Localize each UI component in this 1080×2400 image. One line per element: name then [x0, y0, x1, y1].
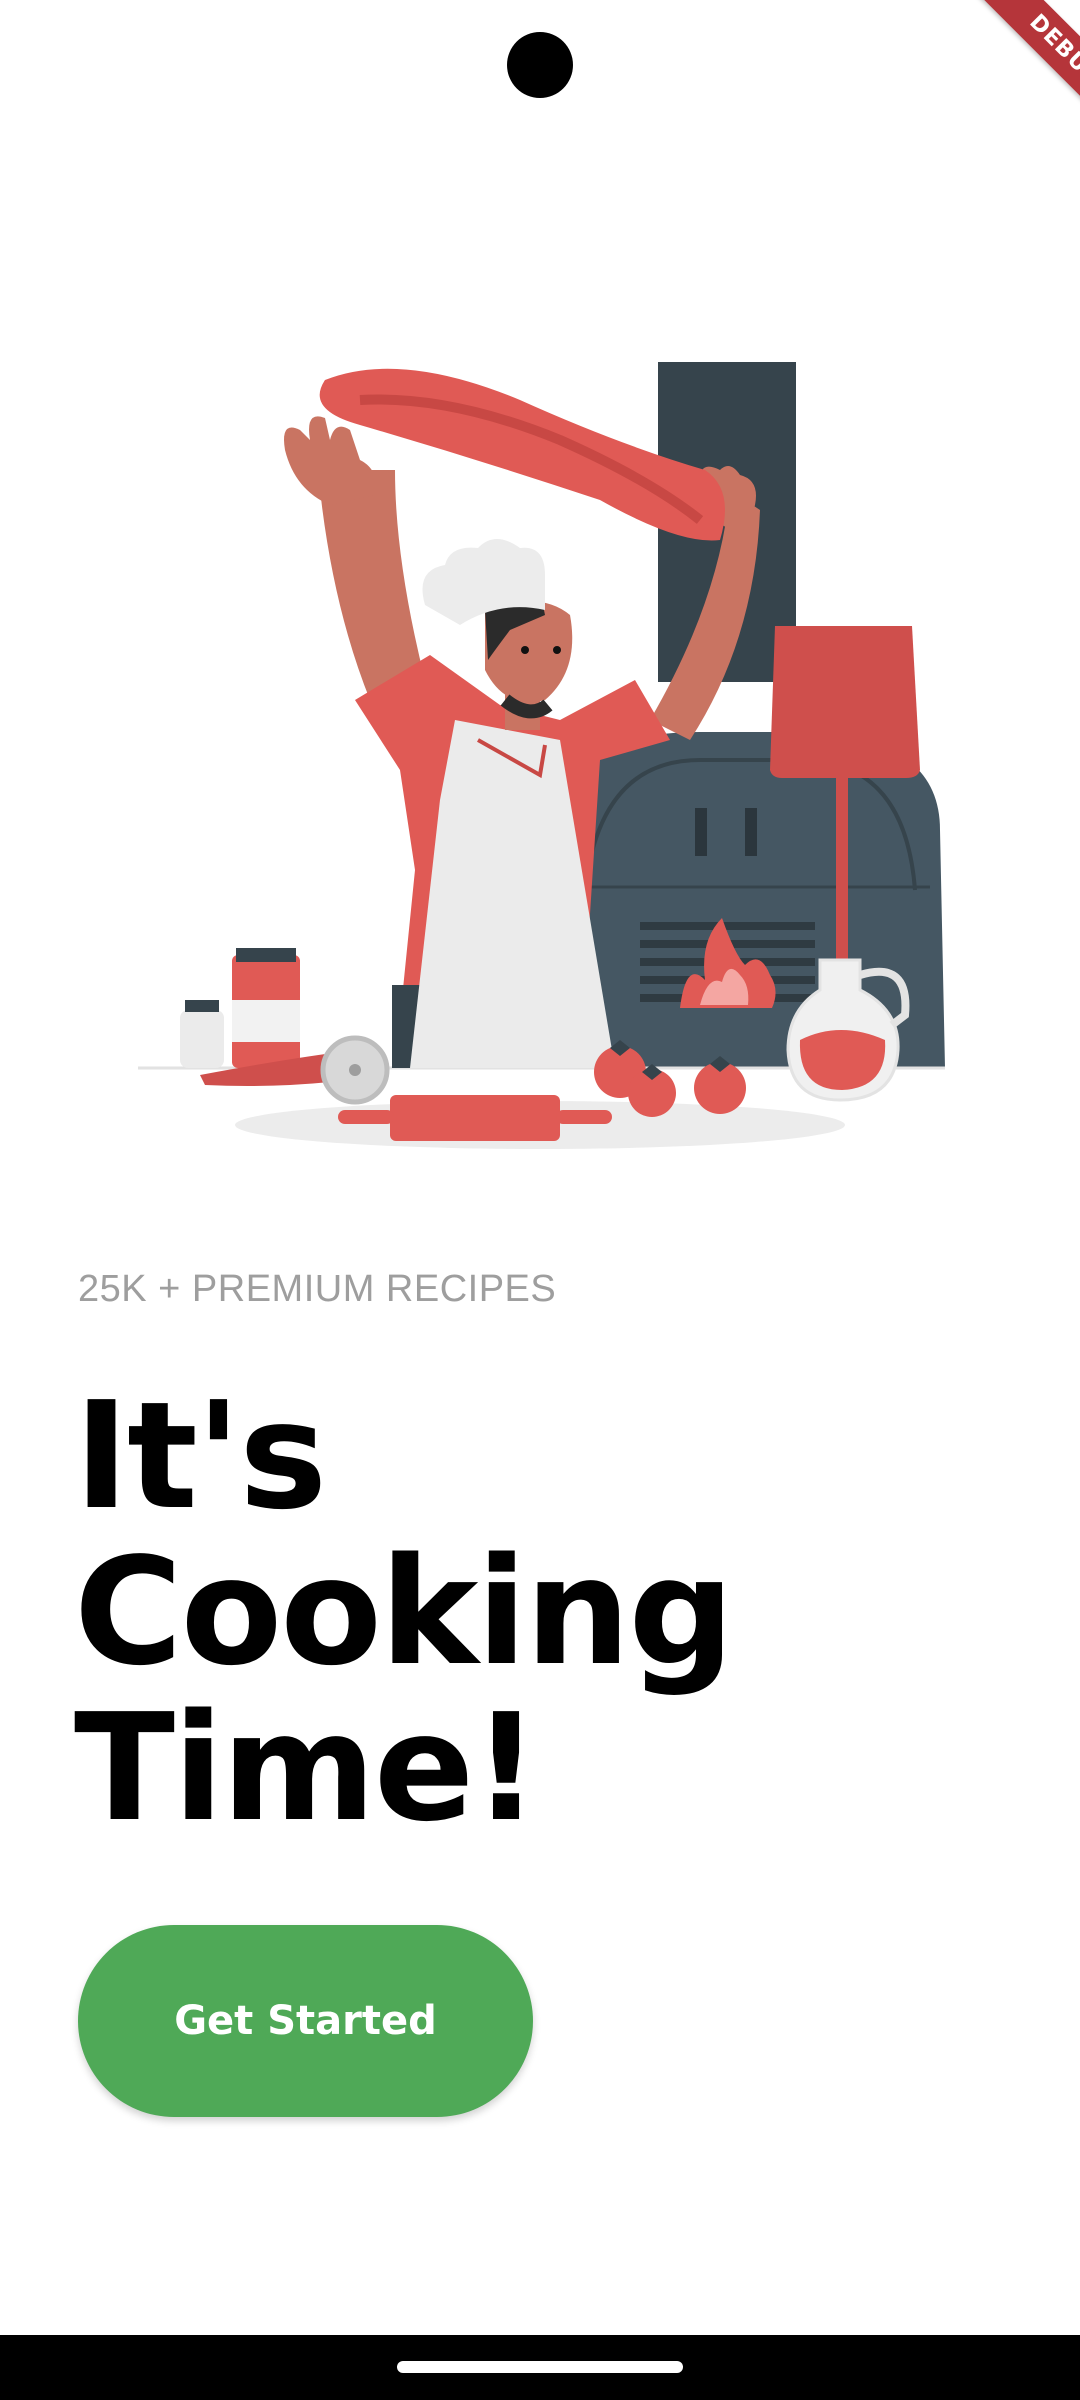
get-started-button[interactable]: Get Started [78, 1925, 533, 2117]
headline-line-1: It's [74, 1370, 327, 1542]
headline: It's Cooking Time! [74, 1378, 974, 1846]
headline-line-2: Cooking [74, 1526, 734, 1698]
debug-banner-container: DEBUG [920, 0, 1080, 160]
rolling-pin [390, 1095, 560, 1141]
front-camera [507, 32, 573, 98]
pizza-peel [770, 626, 920, 778]
debug-banner: DEBUG [958, 0, 1080, 158]
home-indicator[interactable] [397, 2361, 683, 2373]
premium-recipes-subtitle: 25K + PREMIUM RECIPES [78, 1268, 557, 1310]
headline-line-3: Time! [74, 1682, 540, 1854]
salt-shaker [180, 1010, 224, 1068]
chef-left-arm [318, 470, 425, 700]
chef-illustration [138, 362, 945, 1149]
